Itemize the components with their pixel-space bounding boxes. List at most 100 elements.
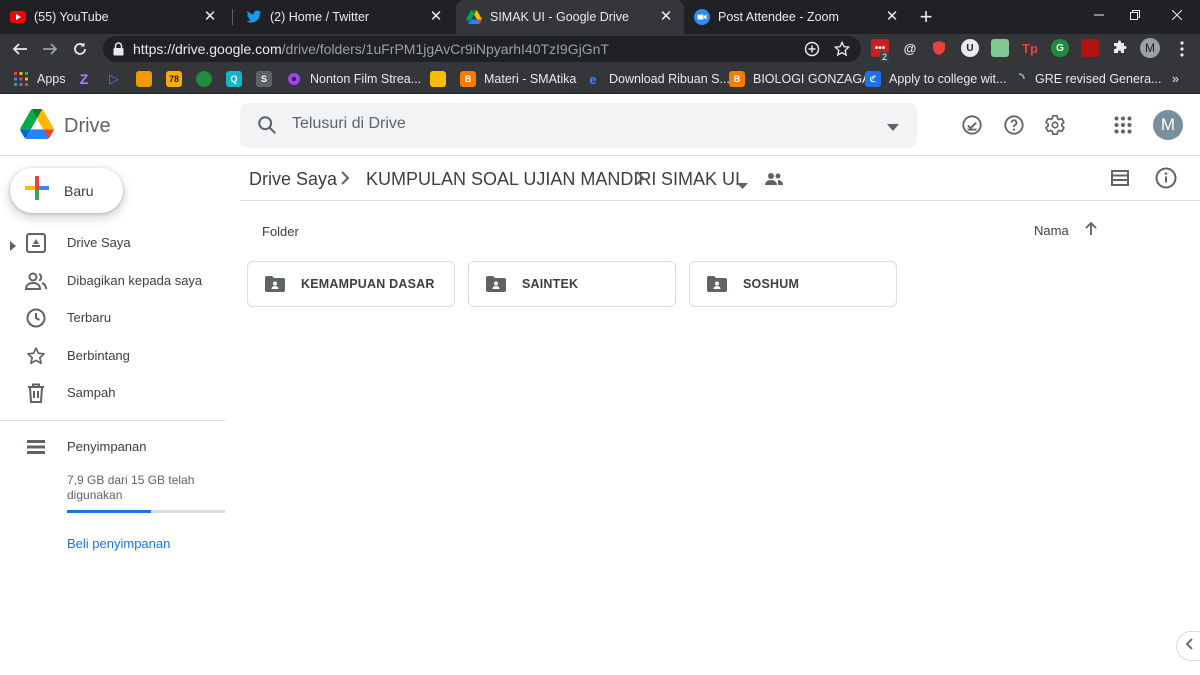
sort-ascending-arrow-icon[interactable] (1083, 221, 1099, 242)
lock-icon[interactable] (113, 42, 124, 61)
bookmark-q[interactable]: Q (226, 70, 250, 88)
url-path: /drive/folders/1uFrPM1jgAvCr9iNpyarhI40T… (281, 41, 609, 57)
forward-arrow-icon[interactable] (38, 37, 62, 61)
sidebar-item-storage[interactable]: Penyimpanan (0, 431, 240, 463)
folder-card[interactable]: KEMAMPUAN DASAR (247, 261, 455, 307)
bookmark-image[interactable] (430, 70, 454, 88)
storage-usage-text: 7,9 GB dari 15 GB telah digunakan (67, 473, 195, 502)
search-input[interactable] (292, 115, 852, 133)
address-bar[interactable]: https://drive.google.com/drive/folders/1… (103, 36, 861, 62)
extension-tp-icon[interactable]: Tp (1021, 39, 1039, 57)
info-icon[interactable] (1155, 167, 1177, 194)
tab-zoom[interactable]: Post Attendee - Zoom ✕ (684, 0, 910, 34)
expand-caret-icon[interactable] (10, 238, 16, 256)
folder-card[interactable]: SOSHUM (689, 261, 897, 307)
browser-menu-icon[interactable] (1170, 37, 1194, 61)
back-arrow-icon[interactable] (8, 37, 32, 61)
bookmark-materi-smatika[interactable]: B Materi - SMAtika (460, 70, 576, 88)
help-icon[interactable] (1002, 113, 1026, 137)
bookmark-z[interactable]: Z (76, 70, 100, 88)
drive-logo[interactable]: Drive (20, 109, 111, 144)
sidebar-item-label: Sampah (67, 385, 116, 400)
extensions-puzzle-icon[interactable] (1111, 39, 1129, 57)
offline-ready-icon[interactable] (960, 113, 984, 137)
shared-folder-people-icon[interactable] (765, 172, 783, 191)
film-reel-icon (286, 71, 302, 87)
bookmark-cube-icon (196, 71, 212, 87)
google-apps-icon[interactable] (1111, 113, 1135, 137)
chevron-right-icon (635, 170, 645, 191)
add-circle-icon[interactable] (803, 40, 821, 58)
list-view-icon[interactable] (1111, 170, 1129, 191)
account-avatar[interactable]: M (1153, 110, 1183, 140)
buy-storage-link[interactable]: Beli penyimpanan (67, 536, 170, 551)
my-drive-icon (25, 232, 47, 254)
new-button-label: Baru (64, 182, 94, 199)
new-button[interactable]: Baru (10, 168, 123, 213)
breadcrumb-my-drive[interactable]: Drive Saya (249, 169, 337, 190)
folder-menu-dropdown-icon[interactable] (737, 176, 748, 194)
breadcrumb-kumpulan-soal[interactable]: KUMPULAN SOAL UJIAN MANDIRI (366, 169, 656, 190)
clock-icon (25, 307, 47, 329)
trash-icon (25, 382, 47, 404)
close-tab-icon[interactable]: ✕ (202, 9, 218, 25)
bookmarks-overflow-icon[interactable]: » (1172, 70, 1179, 88)
bookmark-star-icon[interactable] (833, 40, 851, 58)
side-panel-toggle[interactable] (1176, 631, 1200, 661)
bookmark-label: BIOLOGI GONZAGA (753, 72, 871, 86)
extension-snail-icon[interactable]: @ (901, 39, 919, 57)
bookmark-nonton-film[interactable]: Nonton Film Strea... (286, 70, 421, 88)
close-window-button[interactable] (1154, 0, 1200, 30)
common-app-icon: ℭ (865, 71, 881, 87)
bookmark-s[interactable]: S (256, 70, 280, 88)
settings-gear-icon[interactable] (1043, 113, 1067, 137)
reload-icon[interactable] (68, 37, 92, 61)
extension-dark-red-icon[interactable] (1081, 39, 1099, 57)
shared-folder-icon (265, 274, 285, 294)
tab-google-drive[interactable]: SIMAK UI - Google Drive ✕ (456, 0, 684, 34)
new-tab-button[interactable]: + (914, 3, 938, 31)
tab-title: (55) YouTube (34, 10, 109, 24)
breadcrumb: Drive Saya KUMPULAN SOAL UJIAN MANDIRI S… (240, 157, 1200, 201)
close-tab-icon[interactable]: ✕ (884, 9, 900, 25)
extension-green-icon[interactable] (991, 39, 1009, 57)
folder-card[interactable]: SAINTEK (468, 261, 676, 307)
bookmark-apps[interactable]: Apps (13, 70, 66, 88)
bookmark-play[interactable]: ▷ (106, 70, 130, 88)
sidebar-item-shared[interactable]: Dibagikan kepada saya (0, 265, 240, 297)
close-tab-icon[interactable]: ✕ (658, 9, 674, 25)
search-icon[interactable] (256, 114, 278, 141)
sidebar-item-my-drive[interactable]: Drive Saya (0, 227, 240, 259)
sidebar-item-recent[interactable]: Terbaru (0, 302, 240, 334)
bookmark-cube[interactable] (196, 70, 220, 88)
tab-youtube[interactable]: (55) YouTube ✕ (0, 0, 228, 34)
plus-icon (24, 175, 50, 206)
sort-by-name-button[interactable]: Nama (1034, 223, 1069, 238)
search-bar[interactable] (240, 103, 917, 148)
close-tab-icon[interactable]: ✕ (428, 9, 444, 25)
shared-folder-icon (707, 274, 727, 294)
sidebar-item-label: Dibagikan kepada saya (67, 273, 203, 288)
zoom-icon (694, 9, 710, 25)
sidebar-item-starred[interactable]: Berbintang (0, 340, 240, 372)
shared-folder-icon (486, 274, 506, 294)
extension-u-icon[interactable]: U (961, 39, 979, 57)
folder-name: KEMAMPUAN DASAR (301, 277, 435, 291)
search-options-dropdown-icon[interactable] (887, 118, 899, 136)
bookmark-78-icon: 78 (166, 71, 182, 87)
bookmark-fox[interactable] (136, 70, 160, 88)
storage-icon (25, 436, 47, 458)
browser-profile-avatar[interactable]: M (1140, 38, 1160, 58)
bookmark-apply-college[interactable]: ℭ Apply to college wit... (865, 70, 1006, 88)
extension-grammarly-icon[interactable]: G (1051, 39, 1069, 57)
extension-badge: 2 (880, 52, 890, 62)
breadcrumb-simak-ui[interactable]: SIMAK UI (661, 169, 740, 190)
bookmark-gre-revised[interactable]: GRE revised Genera... (1011, 70, 1161, 88)
tab-twitter[interactable]: (2) Home / Twitter ✕ (236, 0, 454, 34)
bookmark-78[interactable]: 78 (166, 70, 190, 88)
bookmark-download-ribuan[interactable]: e Download Ribuan S... (585, 70, 730, 88)
restore-button[interactable] (1112, 0, 1158, 30)
extension-shield-icon[interactable] (930, 39, 948, 57)
sidebar-item-trash[interactable]: Sampah (0, 377, 240, 409)
bookmark-biologi-gonzaga[interactable]: B BIOLOGI GONZAGA (729, 70, 870, 88)
